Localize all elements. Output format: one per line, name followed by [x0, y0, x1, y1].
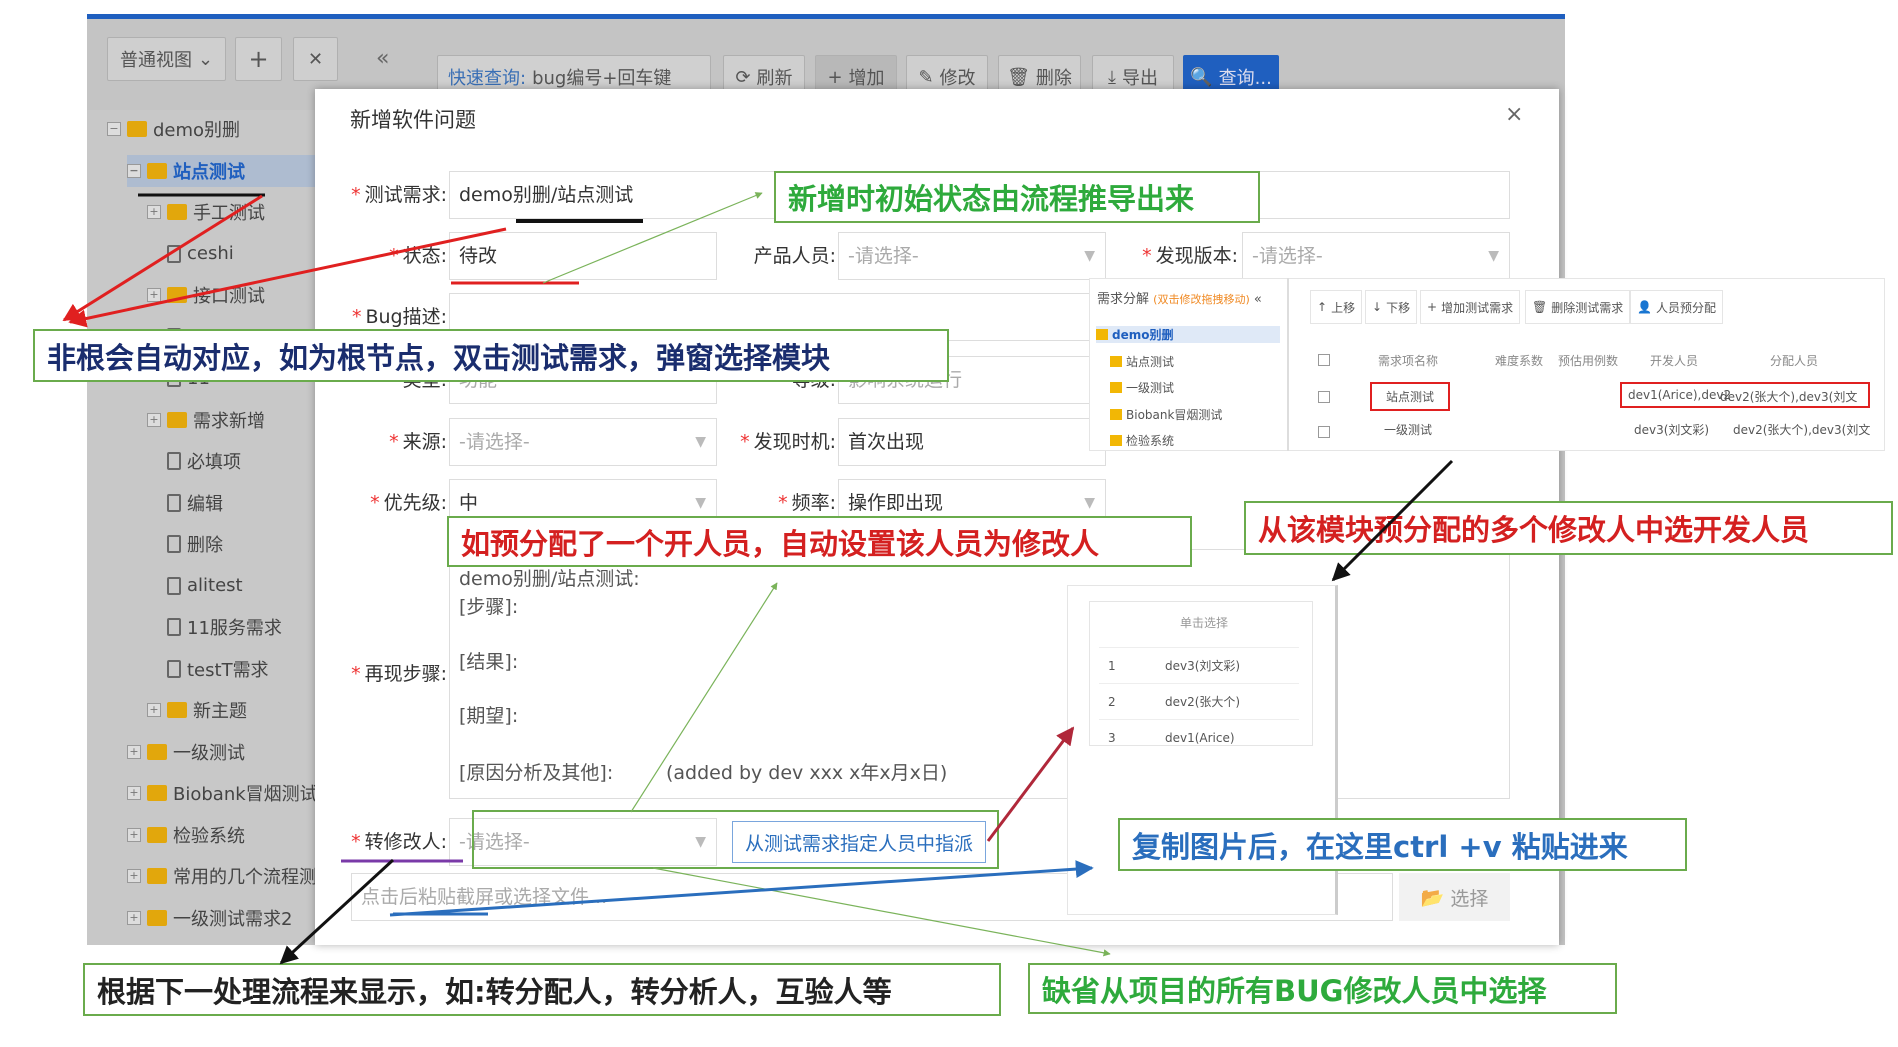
arrow-black-2 — [279, 858, 395, 965]
arrow-darkred — [986, 726, 1075, 842]
annotation-arrows — [62, 192, 1454, 965]
arrow-green-2 — [630, 582, 778, 813]
arrow-blue — [389, 860, 1094, 917]
arrow-black-1 — [1331, 459, 1454, 582]
arrow-green-1 — [542, 192, 763, 284]
